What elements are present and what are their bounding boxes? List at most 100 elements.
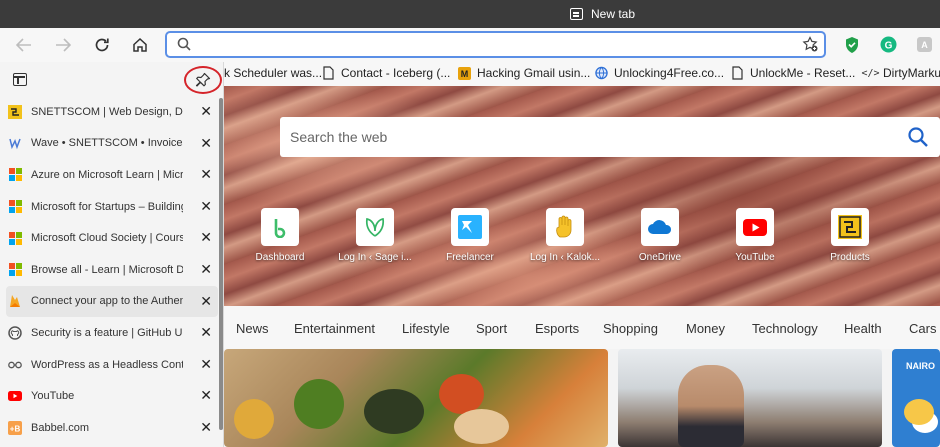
close-tab-icon[interactable]: ✕ [200, 229, 212, 246]
home-icon [133, 37, 147, 52]
pin-pane-button[interactable] [184, 66, 222, 94]
quick-link[interactable]: YouTube [710, 208, 800, 263]
vertical-tab[interactable]: +B Babbel.com ✕ [6, 412, 218, 444]
bookmark-item[interactable]: UnlockMe - Reset... [731, 66, 855, 80]
tab-title: WordPress as a Headless Conten [31, 358, 183, 371]
category-tab[interactable]: Health [844, 321, 882, 336]
vertical-tab[interactable]: Microsoft for Startups – Building ✕ [6, 191, 218, 223]
snettscom-icon [8, 104, 22, 119]
category-tab[interactable]: Money [686, 321, 725, 336]
close-tab-icon[interactable]: ✕ [200, 103, 212, 120]
close-tab-icon[interactable]: ✕ [200, 261, 212, 278]
vertical-tab[interactable]: Browse all - Learn | Microsoft Do ✕ [6, 254, 218, 286]
quick-link[interactable]: Products [805, 208, 895, 263]
quick-link-label: Products [830, 252, 870, 263]
window-title-text: New tab [591, 7, 636, 21]
weather-card[interactable]: NAIRO [892, 349, 940, 447]
category-tab[interactable]: Technology [752, 321, 818, 336]
glasses-icon [8, 358, 22, 372]
vegetable-shape [234, 399, 274, 439]
arrow-right-icon [56, 38, 71, 52]
babbel-icon: +B [8, 420, 22, 435]
vertical-tab[interactable]: YouTube ✕ [6, 380, 218, 412]
close-tab-icon[interactable]: ✕ [200, 419, 212, 436]
new-tab-page: Dashboard Log In ‹ Sage i... Freelancer … [224, 86, 940, 447]
web-search-box[interactable] [280, 117, 940, 157]
vertical-tab-active[interactable]: Connect your app to the Authent ✕ [6, 285, 218, 318]
quick-link-label: Freelancer [446, 252, 494, 263]
sidebar-scrollbar[interactable] [219, 98, 223, 430]
add-favorite-button[interactable] [802, 36, 818, 56]
quick-link[interactable]: Dashboard [235, 208, 325, 263]
close-tab-icon[interactable]: ✕ [200, 198, 212, 215]
category-tab[interactable]: Sport [476, 321, 507, 336]
close-tab-icon[interactable]: ✕ [200, 293, 212, 310]
category-tab[interactable]: Entertainment [294, 321, 375, 336]
category-tab[interactable]: Shopping [603, 321, 658, 336]
home-button[interactable] [129, 34, 151, 56]
category-tab[interactable]: Lifestyle [402, 321, 450, 336]
quick-link[interactable]: OneDrive [615, 208, 705, 263]
grammarly-extension-button[interactable]: G [880, 36, 898, 54]
background-image: Dashboard Log In ‹ Sage i... Freelancer … [224, 86, 940, 306]
weather-sun-icon [904, 399, 934, 425]
tab-title: Babbel.com [31, 421, 90, 434]
microsoft-icon [8, 231, 22, 245]
close-tab-icon[interactable]: ✕ [200, 356, 212, 373]
category-tab[interactable]: News [236, 321, 269, 336]
tab-title: YouTube [31, 390, 75, 403]
vertical-tab[interactable]: WordPress as a Headless Conten ✕ [6, 349, 218, 381]
vertical-tabs-pane: SNETTSCOM | Web Design, Deve ✕ Wave • SN… [0, 62, 224, 447]
svg-text:M: M [461, 69, 469, 79]
page-icon [322, 66, 335, 80]
tab-title: Security is a feature | GitHub Uni [31, 326, 183, 339]
tab-title: Browse all - Learn | Microsoft Do [31, 263, 183, 276]
extension-button[interactable]: A [916, 36, 934, 54]
address-input[interactable] [199, 36, 759, 54]
quick-link[interactable]: Log In ‹ Sage i... [330, 208, 420, 263]
address-bar[interactable] [165, 31, 826, 58]
vertical-tab[interactable]: Security is a feature | GitHub Uni ✕ [6, 317, 218, 349]
news-card-image[interactable] [618, 349, 882, 447]
microsoft-icon [8, 263, 22, 277]
favorites-bar: k Scheduler was... Contact - Iceberg (..… [224, 62, 940, 86]
close-tab-icon[interactable]: ✕ [200, 324, 212, 341]
svg-text:G: G [885, 40, 893, 51]
vertical-tab[interactable]: Wave • SNETTSCOM • Invoices ✕ [6, 128, 218, 160]
news-card-image[interactable] [224, 349, 608, 447]
back-button[interactable] [13, 34, 35, 56]
bookmark-item[interactable]: k Scheduler was... [224, 66, 322, 80]
microsoft-icon [8, 168, 22, 182]
close-tab-icon[interactable]: ✕ [200, 166, 212, 183]
tab-title: Microsoft for Startups – Building [31, 200, 183, 213]
grammarly-icon: G [880, 36, 897, 53]
vertical-tab[interactable]: SNETTSCOM | Web Design, Deve ✕ [6, 96, 218, 128]
shield-extension-button[interactable] [844, 36, 862, 54]
hand-icon [546, 208, 584, 246]
category-tab[interactable]: Cars [909, 321, 936, 336]
bookmark-item[interactable]: Unlocking4Free.co... [595, 66, 724, 80]
bookmark-item[interactable]: M Hacking Gmail usin... [458, 66, 590, 80]
tab-actions-icon[interactable] [13, 73, 27, 86]
wave-icon [8, 136, 22, 150]
close-tab-icon[interactable]: ✕ [200, 135, 212, 152]
github-icon [8, 326, 22, 340]
search-icon[interactable] [907, 126, 929, 148]
category-tab[interactable]: Esports [535, 321, 579, 336]
refresh-button[interactable] [91, 34, 113, 56]
vertical-tab[interactable]: Microsoft Cloud Society | Course ✕ [6, 222, 218, 254]
vertical-tab[interactable]: Azure on Microsoft Learn | Micro ✕ [6, 159, 218, 191]
tab-title: Wave • SNETTSCOM • Invoices [31, 137, 183, 150]
bookmark-item[interactable]: </> DirtyMarkup [861, 66, 940, 80]
quick-link[interactable]: Log In ‹ Kalok... [520, 208, 610, 263]
close-tab-icon[interactable]: ✕ [200, 387, 212, 404]
person-photo [678, 365, 744, 447]
weather-location: NAIRO [906, 361, 935, 371]
quick-link[interactable]: Freelancer [425, 208, 515, 263]
forward-button[interactable] [52, 34, 74, 56]
web-search-input[interactable] [290, 127, 870, 147]
vertical-tab-list: SNETTSCOM | Web Design, Deve ✕ Wave • SN… [6, 96, 218, 444]
vegetable-shape [454, 409, 509, 444]
bookmark-item[interactable]: Contact - Iceberg (... [322, 66, 450, 80]
search-icon [177, 37, 191, 51]
